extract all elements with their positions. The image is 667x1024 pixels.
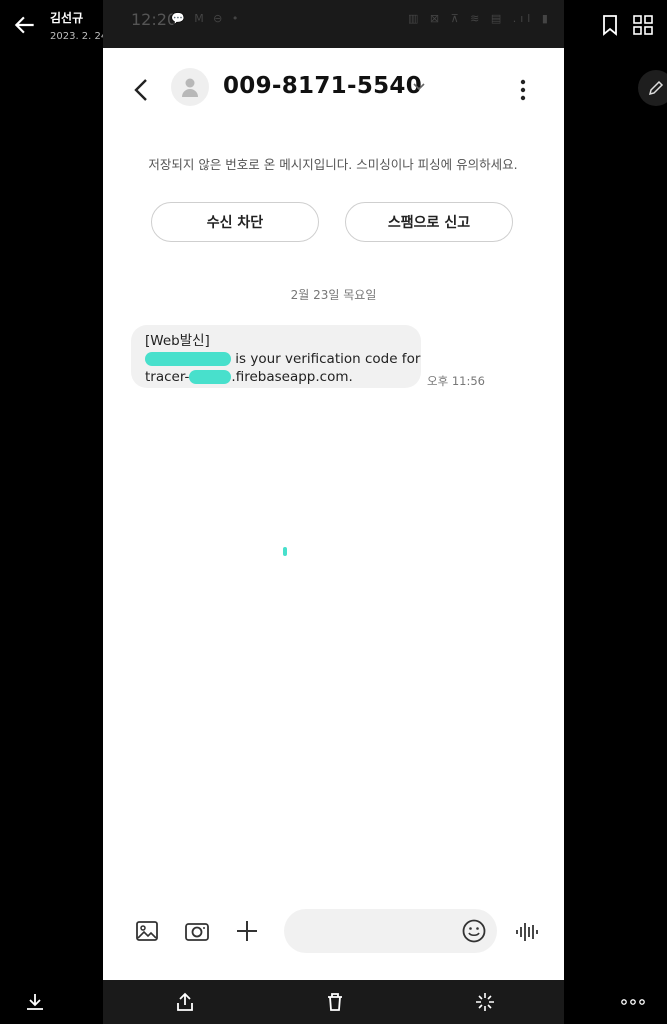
bookmark-icon[interactable] [600, 14, 620, 36]
redaction-mark [283, 547, 287, 556]
unsaved-number-warning: 저장되지 않은 번호로 온 메시지입니다. 스미싱이나 피싱에 유의하세요. [148, 157, 518, 172]
person-icon [182, 78, 198, 97]
emoji-icon[interactable] [461, 918, 487, 944]
phone-screenshot: 12:20 💬 M ⊖ • ▥ ⊠ ⊼ ≋ ▤ .ıl ▮ 009-8171-5… [103, 0, 564, 1024]
viewer-owner-name: 김선규 [50, 11, 84, 25]
message-line-3-prefix: tracer- [145, 369, 190, 385]
sparkle-edit-icon[interactable] [474, 991, 496, 1013]
avatar[interactable] [171, 68, 209, 106]
date-separator: 2월 23일 목요일 [290, 288, 377, 302]
redaction-mark [145, 352, 231, 366]
chevron-left-icon[interactable] [131, 76, 151, 104]
message-line-2: is your verification code for [145, 350, 420, 368]
gallery-icon[interactable] [133, 917, 161, 945]
more-vertical-icon[interactable] [513, 78, 533, 102]
message-line-1: [Web발신] [145, 333, 210, 349]
message-line-3-suffix: .firebaseapp.com. [231, 369, 353, 385]
conversation-app-bar: 009-8171-5540 [103, 48, 564, 130]
message-bubble[interactable]: [Web발신] is your verification code for tr… [131, 325, 421, 388]
status-notification-icons: 💬 M ⊖ • [171, 12, 242, 25]
message-line-2-text: is your verification code for [235, 351, 421, 367]
share-icon[interactable] [174, 991, 196, 1013]
more-horizontal-icon[interactable] [620, 996, 646, 1008]
grid-icon[interactable] [632, 14, 654, 36]
trash-icon[interactable] [324, 991, 346, 1013]
download-icon[interactable] [24, 991, 46, 1013]
plus-icon[interactable] [233, 917, 261, 945]
message-line-3: tracer- .firebaseapp.com. [145, 368, 407, 386]
pencil-icon [648, 80, 664, 96]
chevron-down-icon[interactable] [411, 78, 427, 94]
report-spam-button[interactable]: 스팸으로 신고 [345, 202, 513, 242]
camera-icon[interactable] [183, 917, 211, 945]
block-sender-button[interactable]: 수신 차단 [151, 202, 319, 242]
message-timestamp: 오후 11:56 [427, 374, 485, 388]
status-system-icons: ▥ ⊠ ⊼ ≋ ▤ .ıl ▮ [408, 12, 552, 25]
redaction-mark [189, 370, 232, 384]
back-arrow-icon[interactable] [12, 12, 38, 38]
edit-pencil-button[interactable] [638, 70, 667, 106]
contact-phone-number[interactable]: 009-8171-5540 [223, 73, 422, 99]
voice-waveform-icon[interactable] [513, 918, 541, 946]
status-bar: 12:20 💬 M ⊖ • ▥ ⊠ ⊼ ≋ ▤ .ıl ▮ [103, 0, 564, 48]
